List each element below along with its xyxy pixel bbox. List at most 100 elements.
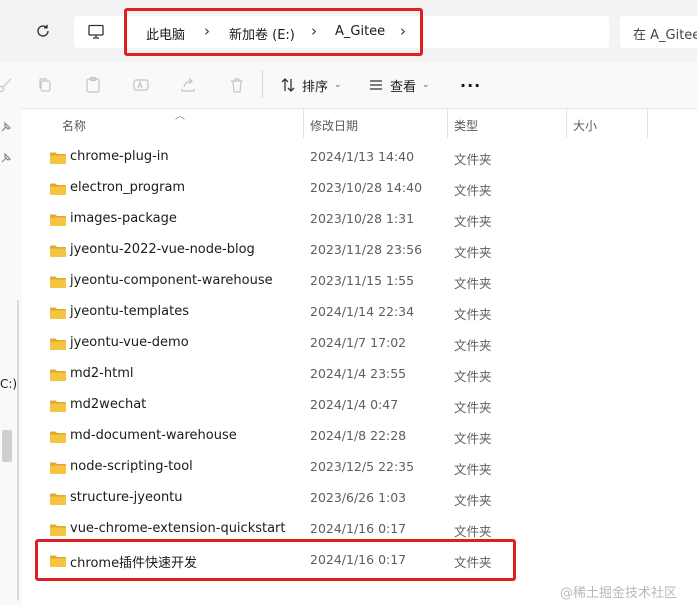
column-header-type[interactable]: 类型 [454, 117, 478, 134]
scrollbar-thumb[interactable] [2, 430, 12, 462]
trash-icon [231, 78, 243, 93]
file-type: 文件夹 [454, 245, 492, 260]
file-modified: 2024/1/16 0:17 [310, 521, 407, 536]
file-name: md2-html [70, 366, 134, 381]
cut-icon [0, 78, 12, 93]
folder-icon [50, 245, 66, 257]
file-modified: 2024/1/7 17:02 [310, 335, 407, 350]
file-type: 文件夹 [454, 462, 492, 477]
search-placeholder: 在 A_Gitee [633, 28, 697, 43]
view-icon [370, 80, 382, 90]
file-name: jyeontu-vue-demo [70, 335, 189, 350]
file-type: 文件夹 [454, 276, 492, 291]
sort-ascending-icon: ︿ [175, 111, 185, 122]
file-modified: 2023/12/5 22:35 [310, 459, 415, 474]
file-row[interactable]: structure-jyeontu 2023/6/26 1:03 文件夹 [44, 483, 684, 514]
sort-button[interactable]: 排序 ⌄ [280, 74, 342, 96]
folder-icon [50, 400, 66, 412]
file-type: 文件夹 [454, 369, 492, 384]
column-header-name[interactable]: 名称 [62, 117, 86, 134]
more-options-button[interactable]: ··· [460, 74, 481, 96]
folder-icon [50, 338, 66, 350]
file-row[interactable]: md2wechat 2024/1/4 0:47 文件夹 [44, 390, 684, 421]
breadcrumb-highlight-box [124, 8, 423, 56]
folder-icon [50, 493, 66, 505]
file-row[interactable]: node-scripting-tool 2023/12/5 22:35 文件夹 [44, 452, 684, 483]
view-button[interactable]: 查看 ⌄ [368, 74, 430, 96]
file-name: md-document-warehouse [70, 428, 237, 443]
file-name: md2wechat [70, 397, 147, 412]
file-row[interactable]: md-document-warehouse 2024/1/8 22:28 文件夹 [44, 421, 684, 452]
pin-icon[interactable] [0, 121, 12, 133]
chevron-down-icon: ⌄ [334, 80, 342, 90]
refresh-icon [37, 24, 49, 37]
file-row[interactable]: jyeontu-component-warehouse 2023/11/15 1:… [44, 266, 684, 297]
column-divider[interactable] [647, 108, 648, 138]
file-modified: 2023/10/28 14:40 [310, 180, 423, 195]
folder-icon [50, 431, 66, 443]
view-label: 查看 [390, 79, 417, 95]
pane-divider [17, 300, 19, 600]
file-type: 文件夹 [454, 338, 492, 353]
column-divider[interactable] [566, 108, 567, 138]
file-name: jyeontu-component-warehouse [70, 273, 273, 288]
file-row[interactable]: md2-html 2024/1/4 23:55 文件夹 [44, 359, 684, 390]
copy-icon [39, 78, 51, 92]
toolbar-separator [262, 70, 263, 98]
delete-button[interactable] [226, 74, 248, 96]
file-type: 文件夹 [454, 524, 492, 539]
share-button[interactable] [177, 74, 199, 96]
file-modified: 2023/11/28 23:56 [310, 242, 423, 257]
folder-icon [50, 183, 66, 195]
cut-button[interactable] [0, 74, 16, 96]
file-modified: 2024/1/8 22:28 [310, 428, 407, 443]
file-modified: 2024/1/14 22:34 [310, 304, 415, 319]
file-type: 文件夹 [454, 183, 492, 198]
file-name: electron_program [70, 180, 186, 195]
command-bar [0, 62, 697, 109]
file-name: vue-chrome-extension-quickstart [70, 521, 286, 536]
address-pc-button[interactable] [84, 20, 108, 44]
share-icon [181, 77, 195, 92]
column-header-size[interactable]: 大小 [573, 117, 597, 134]
file-type: 文件夹 [454, 307, 492, 322]
file-name: jyeontu-2022-vue-node-blog [70, 242, 255, 257]
file-type: 文件夹 [454, 214, 492, 229]
folder-icon [50, 524, 66, 536]
file-row[interactable]: chrome-plug-in 2024/1/13 14:40 文件夹 [44, 142, 684, 173]
file-modified: 2023/6/26 1:03 [310, 490, 407, 505]
file-row[interactable]: electron_program 2023/10/28 14:40 文件夹 [44, 173, 684, 204]
file-row[interactable]: jyeontu-2022-vue-node-blog 2023/11/28 23:… [44, 235, 684, 266]
file-name: jyeontu-templates [70, 304, 189, 319]
column-divider[interactable] [303, 108, 304, 138]
row-highlight-box [35, 539, 516, 581]
file-row[interactable]: images-package 2023/10/28 1:31 文件夹 [44, 204, 684, 235]
file-name: structure-jyeontu [70, 490, 183, 505]
refresh-button[interactable] [30, 18, 56, 44]
file-modified: 2023/10/28 1:31 [310, 211, 415, 226]
file-type: 文件夹 [454, 152, 492, 167]
column-header-modified[interactable]: 修改日期 [310, 117, 358, 134]
chevron-down-icon: ⌄ [422, 80, 430, 90]
file-name: chrome-plug-in [70, 149, 169, 164]
file-type: 文件夹 [454, 493, 492, 508]
file-modified: 2023/11/15 1:55 [310, 273, 415, 288]
pin-icon[interactable] [0, 152, 12, 164]
folder-icon [50, 152, 66, 164]
file-type: 文件夹 [454, 400, 492, 415]
column-divider[interactable] [447, 108, 448, 138]
nav-item-drive-c[interactable]: C:) [0, 377, 17, 391]
copy-button[interactable] [34, 74, 56, 96]
computer-icon [88, 24, 104, 39]
file-type: 文件夹 [454, 431, 492, 446]
file-name: images-package [70, 211, 177, 226]
file-row[interactable]: jyeontu-templates 2024/1/14 22:34 文件夹 [44, 297, 684, 328]
folder-icon [50, 369, 66, 381]
file-modified: 2024/1/4 23:55 [310, 366, 407, 381]
file-row[interactable]: jyeontu-vue-demo 2024/1/7 17:02 文件夹 [44, 328, 684, 359]
file-modified: 2024/1/13 14:40 [310, 149, 415, 164]
rename-button[interactable] [130, 74, 152, 96]
watermark: @稀土掘金技术社区 [560, 586, 678, 601]
folder-icon [50, 276, 66, 288]
paste-button[interactable] [82, 74, 104, 96]
